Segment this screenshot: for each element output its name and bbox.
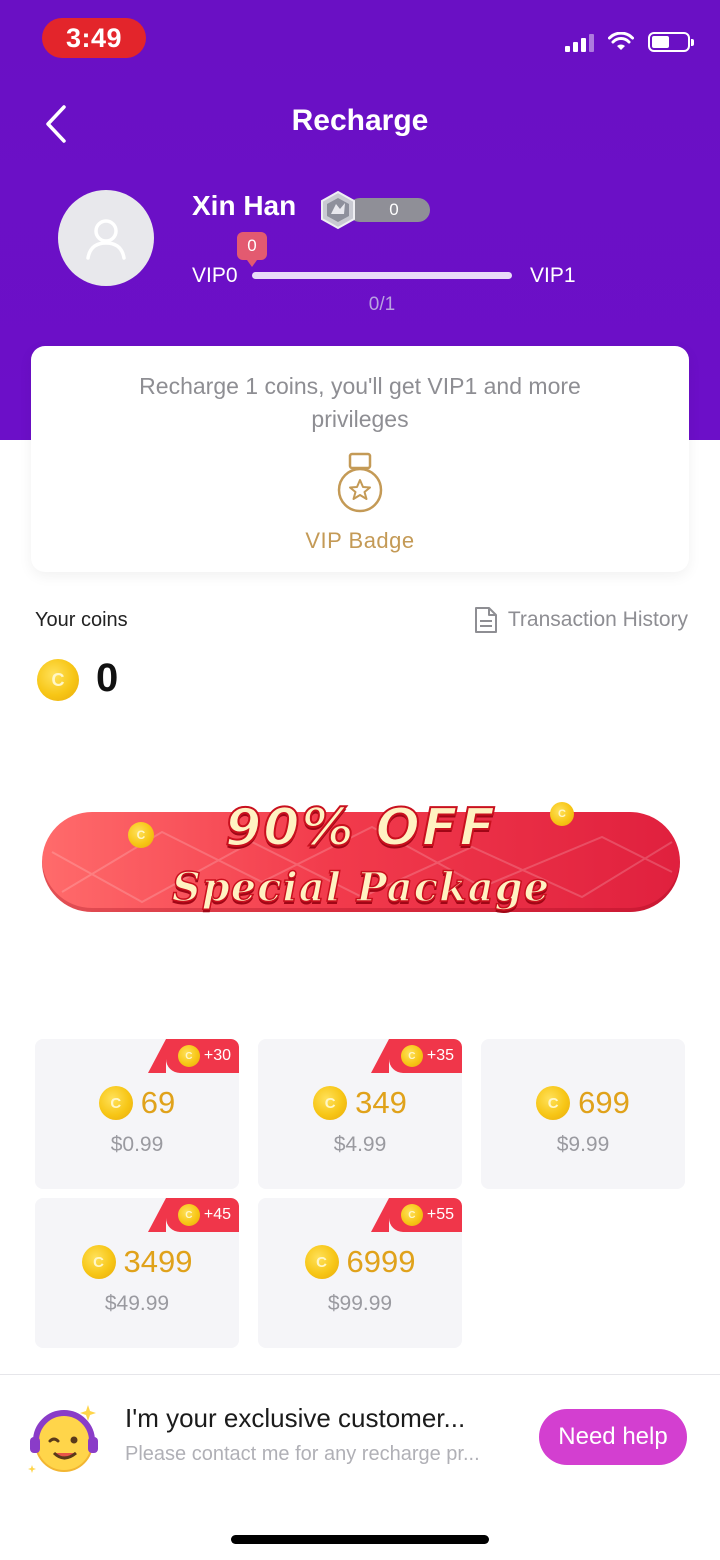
coin-icon <box>313 1086 348 1120</box>
bonus-tag: +35 <box>370 1039 462 1073</box>
battery-icon <box>648 32 694 52</box>
special-package-banner[interactable]: 90% OFF Special Package <box>42 790 680 920</box>
help-title: I'm your exclusive customer... <box>125 1403 466 1433</box>
recharge-screen: 3:49 Recharge Xin Han 0 0 VIP0 VIP1 0/1 … <box>0 0 720 1560</box>
bonus-tag: +55 <box>370 1198 462 1232</box>
bonus-tag: +30 <box>147 1039 239 1073</box>
customer-service-bar: I'm your exclusive customer... Please co… <box>0 1374 720 1504</box>
vip-current-level: VIP0 <box>192 264 238 287</box>
package-price: $9.99 <box>556 1133 610 1156</box>
package-coins: 3499 <box>35 1244 239 1280</box>
package-coin-amount: 3499 <box>123 1244 193 1279</box>
package-coin-amount: 69 <box>140 1085 176 1120</box>
package-card[interactable]: 699 $9.99 <box>481 1039 685 1189</box>
home-indicator[interactable] <box>231 1535 489 1544</box>
package-card[interactable]: +30 69 $0.99 <box>35 1039 239 1189</box>
package-coin-amount: 349 <box>355 1085 407 1120</box>
status-icons <box>565 32 694 52</box>
coin-icon <box>536 1086 571 1120</box>
transaction-history-link[interactable]: Transaction History <box>474 606 688 634</box>
vip-progress-text: 0/1 <box>368 294 396 315</box>
bonus-amount: +55 <box>426 1206 454 1223</box>
coin-icon <box>177 1045 200 1067</box>
transaction-history-label: Transaction History <box>507 608 688 631</box>
coin-icon <box>81 1245 116 1279</box>
bonus-amount: +45 <box>203 1206 231 1223</box>
support-agent-icon <box>28 1405 98 1473</box>
coin-balance: 0 <box>96 656 119 700</box>
banner-headline: 90% OFF <box>224 797 497 859</box>
level-shield-icon <box>321 190 355 230</box>
user-icon <box>86 219 126 260</box>
avatar[interactable] <box>58 190 154 286</box>
status-time: 3:49 <box>42 18 146 58</box>
help-subtitle: Please contact me for any recharge pr... <box>125 1443 480 1465</box>
vip-progress-marker: 0 <box>237 232 267 267</box>
medal-icon[interactable] <box>335 452 385 514</box>
page-title: Recharge <box>291 104 429 137</box>
package-coins: 699 <box>481 1085 685 1121</box>
package-price: $4.99 <box>333 1133 387 1156</box>
coin-icon <box>98 1086 133 1120</box>
vip-badge-label: VIP Badge <box>305 528 415 553</box>
vip-card-message: Recharge 1 coins, you'll get VIP1 and mo… <box>139 373 581 432</box>
bonus-tag: +45 <box>147 1198 239 1232</box>
need-help-button[interactable]: Need help <box>539 1409 687 1465</box>
document-icon <box>474 607 497 633</box>
coin-icon <box>304 1245 339 1279</box>
package-card[interactable]: +55 6999 $99.99 <box>258 1198 462 1348</box>
banner-subheadline: Special Package <box>171 863 551 912</box>
vip-progress-bar <box>252 272 512 279</box>
package-coins: 6999 <box>258 1244 462 1280</box>
package-card[interactable]: +45 3499 $49.99 <box>35 1198 239 1348</box>
coin-icon <box>400 1045 423 1067</box>
level-badge[interactable]: 0 <box>318 190 430 230</box>
package-price: $49.99 <box>104 1292 170 1315</box>
package-coin-amount: 6999 <box>346 1244 416 1279</box>
coin-icon <box>37 659 79 701</box>
your-coins-label: Your coins <box>35 609 128 631</box>
user-name: Xin Han <box>192 190 297 221</box>
wifi-icon <box>608 32 634 50</box>
vip-privilege-card: Recharge 1 coins, you'll get VIP1 and mo… <box>31 346 689 572</box>
package-coins: 69 <box>35 1085 239 1121</box>
bonus-amount: +35 <box>426 1047 454 1064</box>
package-card[interactable]: +35 349 $4.99 <box>258 1039 462 1189</box>
package-price: $99.99 <box>327 1292 393 1315</box>
vip-next-level: VIP1 <box>530 264 576 287</box>
package-price: $0.99 <box>110 1133 164 1156</box>
bonus-amount: +30 <box>203 1047 231 1064</box>
coin-icon <box>177 1204 200 1226</box>
package-coins: 349 <box>258 1085 462 1121</box>
signal-icon <box>565 32 594 52</box>
level-count: 0 <box>348 198 430 222</box>
coin-icon <box>400 1204 423 1226</box>
package-coin-amount: 699 <box>578 1085 630 1120</box>
